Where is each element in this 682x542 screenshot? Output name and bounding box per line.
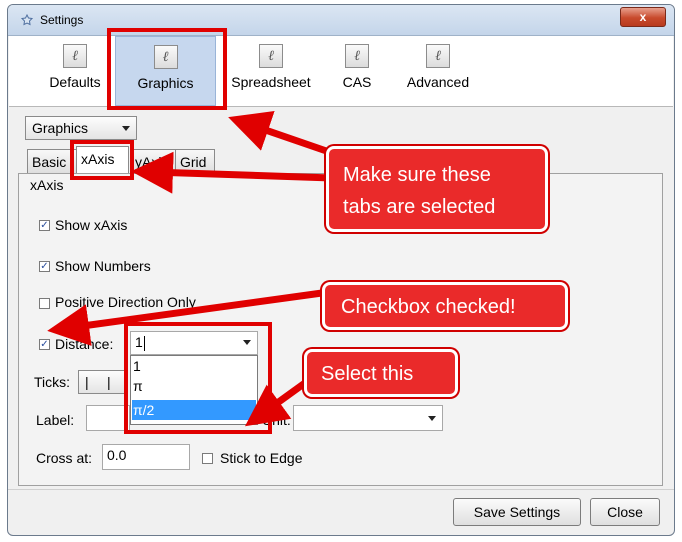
annotation-arrows xyxy=(47,110,340,427)
arrow-to-xaxis-tab xyxy=(131,151,333,194)
arrow-to-distance-checkbox xyxy=(47,289,323,346)
callout-select: Select this xyxy=(304,349,458,397)
callout-tabs-line2: tabs are selected xyxy=(343,196,496,218)
callout-checkbox: Checkbox checked! xyxy=(322,282,568,330)
callout-tabs-line1: Make sure these xyxy=(343,164,491,186)
arrow-to-graphics xyxy=(228,110,340,159)
callout-tabs: Make sure these tabs are selected xyxy=(326,146,548,232)
